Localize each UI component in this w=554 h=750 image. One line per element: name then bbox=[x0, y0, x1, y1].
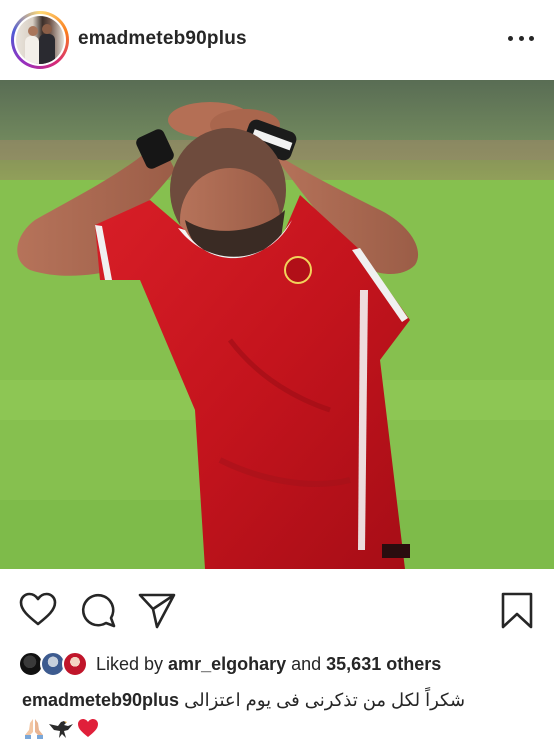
pray-emoji bbox=[25, 719, 43, 739]
post-header: emadmeteb90plus bbox=[0, 0, 554, 80]
caption-text: شكراً لكل من تذكرنى فى يوم اعتزالى bbox=[184, 690, 466, 710]
more-options-icon[interactable] bbox=[508, 28, 534, 48]
red-heart-emoji bbox=[78, 719, 98, 737]
caption-emojis bbox=[22, 716, 100, 740]
liker-avatar[interactable] bbox=[62, 651, 88, 677]
likes-connector: and bbox=[286, 653, 327, 674]
liker-avatars[interactable] bbox=[18, 651, 88, 677]
eagle-emoji bbox=[49, 721, 73, 738]
avatar-photo bbox=[16, 16, 64, 64]
heart-outline-icon[interactable] bbox=[18, 590, 58, 630]
profile-avatar[interactable] bbox=[11, 11, 69, 69]
comment-bubble-icon[interactable] bbox=[78, 590, 118, 630]
post-photo-illustration bbox=[0, 80, 554, 569]
caption-username[interactable]: emadmeteb90plus bbox=[22, 690, 179, 710]
liked-by-user-link[interactable]: amr_elgohary bbox=[168, 654, 286, 674]
post-caption: emadmeteb90plus شكراً لكل من تذكرنى فى ي… bbox=[22, 690, 465, 711]
likes-summary: Liked by amr_elgohary and 35,631 others bbox=[18, 651, 441, 677]
likes-text: Liked by amr_elgohary and 35,631 others bbox=[96, 654, 441, 675]
bookmark-outline-icon[interactable] bbox=[498, 590, 538, 630]
post-actions-bar bbox=[0, 590, 554, 640]
avatar-ring bbox=[14, 14, 66, 66]
post-username[interactable]: emadmeteb90plus bbox=[78, 28, 247, 50]
paper-plane-icon[interactable] bbox=[137, 590, 177, 630]
post-photo[interactable] bbox=[0, 80, 554, 569]
likes-count-link[interactable]: 35,631 others bbox=[326, 654, 441, 674]
likes-prefix: Liked by bbox=[96, 653, 169, 674]
